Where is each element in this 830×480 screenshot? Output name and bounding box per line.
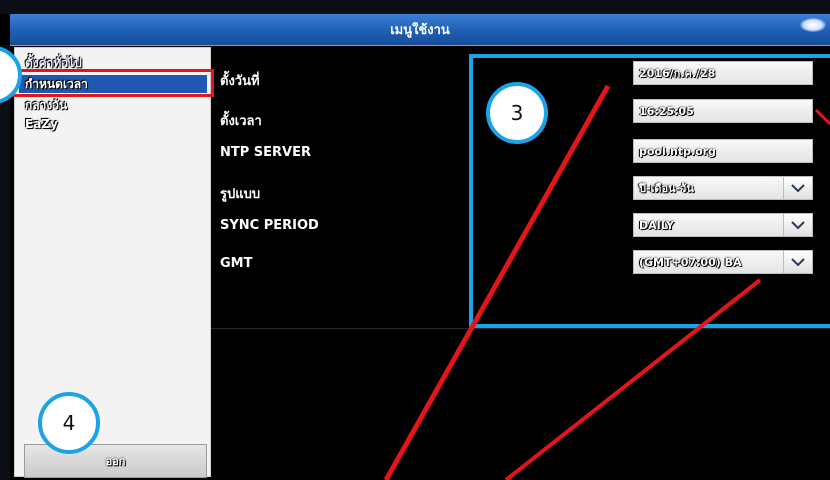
sidebar-item-eazy[interactable]: EaZy [19, 115, 207, 133]
gmt-label: GMT [220, 256, 253, 271]
format-label: รูปแบบ [220, 187, 261, 202]
date-label: ตั้งวันที่ [220, 74, 260, 89]
monitor-bezel-top [0, 0, 830, 14]
annotation-marker-4: 4 [38, 392, 100, 454]
dvr-menu-screen: เมนูใช้งาน ตั้งค่าทั่วไป กำหนดเวลา กลางว… [0, 0, 830, 480]
time-label: ตั้งเวลา [220, 114, 262, 129]
screen-glare [800, 18, 826, 32]
ntp-server-label: NTP SERVER [220, 145, 312, 160]
sidebar-item-label: EaZy [25, 117, 58, 131]
panel-divider [211, 328, 830, 329]
window-title: เมนูใช้งาน [10, 14, 830, 46]
sidebar-item-daytime[interactable]: กลางวัน [19, 96, 207, 114]
sidebar-item-label: กลางวัน [25, 97, 68, 112]
sync-period-label: SYNC PERIOD [220, 218, 319, 233]
highlight-box-time-settings [4, 69, 214, 97]
monitor-bezel-left [0, 45, 10, 480]
annotation-marker-3: 3 [486, 82, 548, 144]
